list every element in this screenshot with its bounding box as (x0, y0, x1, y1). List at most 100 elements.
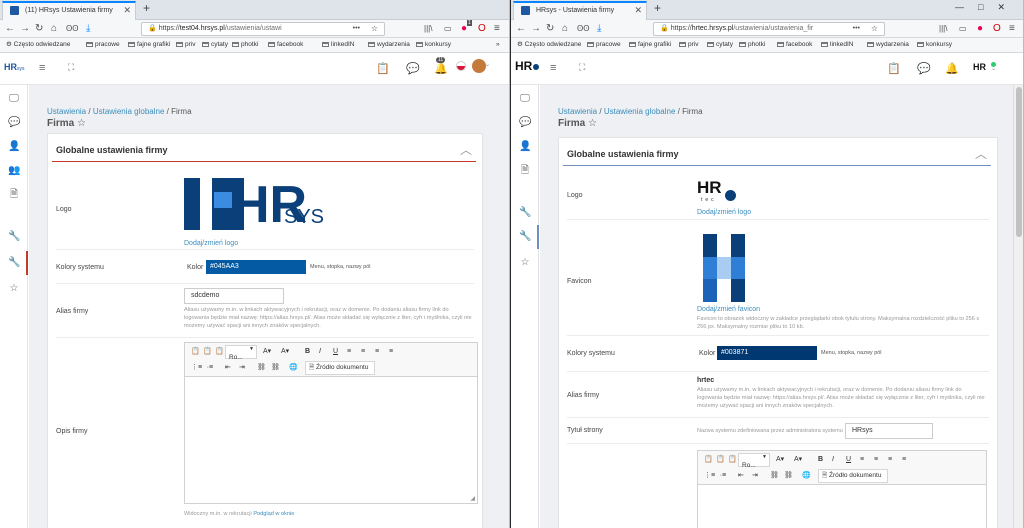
flag-pl-icon[interactable] (456, 61, 466, 71)
star-icon[interactable]: ☆ (871, 23, 878, 35)
download-icon[interactable]: ⤓ (86, 22, 90, 35)
bookmark-item[interactable]: photki (739, 38, 765, 52)
fullscreen-icon[interactable]: ⛶ (68, 62, 74, 73)
justify-icon[interactable]: ≡ (389, 346, 393, 358)
align-left-icon[interactable]: ≡ (860, 454, 864, 466)
new-tab-button[interactable]: + (143, 1, 150, 15)
bookmark-item[interactable]: ⚙ Często odwiedzane (517, 38, 581, 52)
hamburger-icon[interactable]: ≡ (39, 62, 45, 74)
browser-tab[interactable]: (11) HRsys Ustawienia firmy ✕ (2, 1, 136, 20)
globe-icon[interactable]: 🌐 (289, 362, 298, 374)
bookmark-item[interactable]: wydarzenia (368, 38, 410, 52)
extension-icon[interactable]: ● (977, 22, 983, 35)
chat-icon[interactable]: 💬 (8, 117, 20, 129)
indent-icon[interactable]: ⇥ (239, 362, 245, 374)
menu-icon[interactable]: ≡ (1009, 22, 1015, 35)
align-center-icon[interactable]: ≡ (361, 346, 365, 358)
page-actions-icon[interactable]: ••• (353, 23, 360, 35)
close-tab-icon[interactable]: ✕ (123, 3, 131, 18)
address-bar[interactable]: 🔒 https://hrtec.hrsys.pl/ustawienia/ustaw… (653, 22, 885, 36)
section-header[interactable]: Globalne ustawienia firmy ︿ (563, 142, 991, 166)
bookmark-item[interactable]: priv (679, 38, 698, 52)
breadcrumb-link[interactable]: Ustawienia (558, 107, 597, 116)
chevron-right-icon[interactable]: » (496, 38, 500, 52)
indent-icon[interactable]: ⇥ (752, 470, 758, 482)
chevron-down-icon[interactable]: ⌄ (991, 65, 996, 72)
underline-icon[interactable]: U (846, 454, 851, 466)
outdent-icon[interactable]: ⇤ (738, 470, 744, 482)
forward-icon[interactable]: → (531, 22, 541, 35)
resize-handle-icon[interactable]: ◢ (470, 495, 475, 502)
paste-text-icon[interactable]: 📋 (716, 454, 725, 466)
font-select[interactable]: Ro... ▼ (738, 453, 770, 469)
app-logo[interactable]: HRsys (4, 62, 25, 72)
wrench-icon[interactable]: 🔧 (8, 231, 20, 243)
glasses-icon[interactable]: ʘʘ (577, 22, 589, 35)
chat-icon[interactable]: 💬 (917, 62, 931, 75)
justify-icon[interactable]: ≡ (902, 454, 906, 466)
star-icon[interactable]: ☆ (519, 257, 531, 269)
reload-icon[interactable]: ↻ (35, 22, 43, 35)
opera-icon[interactable]: O (478, 22, 486, 35)
chat-icon[interactable]: 💬 (519, 117, 531, 129)
section-header[interactable]: Globalne ustawienia firmy ︿ (52, 138, 476, 162)
change-logo-link[interactable]: Dodaj/zmień logo (697, 209, 751, 216)
sidebar-toggle-icon[interactable]: ▭ (959, 22, 967, 35)
bookmark-item[interactable]: ⚙ Często odwiedzane (6, 38, 70, 52)
avatar[interactable] (472, 59, 486, 73)
numbered-list-icon[interactable]: ⋮≡ (704, 470, 715, 482)
favorite-star-icon[interactable]: ☆ (588, 118, 597, 129)
text-color-icon[interactable]: A▾ (776, 454, 784, 466)
bookmark-item[interactable]: photki (232, 38, 258, 52)
window-controls[interactable]: —□✕ (955, 2, 1019, 13)
align-center-icon[interactable]: ≡ (874, 454, 878, 466)
rich-text-editor[interactable]: 📋 📋 📋 Ro... ▼ A▾ A▾ B I U ≡ ≡ ≡ ≡ ⋮≡ ∙≡ … (184, 342, 478, 504)
bookmark-item[interactable]: konkursy (917, 38, 952, 52)
bookmark-item[interactable]: cytaty (202, 38, 228, 52)
bell-icon[interactable]: 🔔 (434, 62, 448, 75)
alias-value[interactable]: hrtec (697, 377, 714, 384)
address-bar[interactable]: 🔒 https://test04.hrsys.pl/ustawienia/usta… (141, 22, 385, 36)
bookmark-item[interactable]: facebook (777, 38, 812, 52)
paste-word-icon[interactable]: 📋 (728, 454, 737, 466)
italic-icon[interactable]: I (832, 454, 834, 466)
page-scrollbar[interactable] (1013, 85, 1023, 528)
source-button[interactable]: 🗎 Źródło dokumentu (305, 361, 375, 375)
align-left-icon[interactable]: ≡ (347, 346, 351, 358)
monitor-icon[interactable]: 🖵 (8, 93, 20, 105)
person-icon[interactable]: 👤 (8, 141, 20, 153)
new-tab-button[interactable]: + (654, 1, 661, 15)
bookmark-item[interactable]: linkedIN (322, 38, 354, 52)
bold-icon[interactable]: B (818, 454, 823, 466)
paste-icon[interactable]: 📋 (704, 454, 713, 466)
clipboard-icon[interactable]: 📋 (887, 62, 901, 75)
paste-text-icon[interactable]: 📋 (203, 346, 212, 358)
bookmark-item[interactable]: fajne grafiki (128, 38, 170, 52)
document-icon[interactable]: 🗎 (8, 189, 20, 201)
link-icon[interactable]: ⛓ (257, 362, 266, 374)
breadcrumb-link[interactable]: Ustawienia (47, 107, 86, 116)
forward-icon[interactable]: → (20, 22, 30, 35)
reload-icon[interactable]: ↻ (546, 22, 554, 35)
fullscreen-icon[interactable]: ⛶ (579, 62, 585, 73)
paste-word-icon[interactable]: 📋 (215, 346, 224, 358)
link-icon[interactable]: ⛓ (770, 470, 779, 482)
wrench-icon[interactable]: 🔧 (519, 207, 531, 219)
bold-icon[interactable]: B (305, 346, 310, 358)
bookmark-item[interactable]: fajne grafiki (629, 38, 671, 52)
bullet-list-icon[interactable]: ∙≡ (207, 362, 213, 374)
group-icon[interactable]: 👥 (8, 165, 20, 177)
page-title-input[interactable]: HRsys (845, 423, 933, 439)
italic-icon[interactable]: I (319, 346, 321, 358)
color-input[interactable]: #003871 (717, 346, 817, 360)
bookmark-item[interactable]: wydarzenia (867, 38, 909, 52)
collapse-icon[interactable]: ︿ (460, 138, 472, 162)
hamburger-icon[interactable]: ≡ (550, 62, 556, 74)
page-actions-icon[interactable]: ••• (853, 23, 860, 35)
bookmark-item[interactable]: konkursy (416, 38, 451, 52)
settings-wrench-icon[interactable]: 🔧 (519, 231, 531, 243)
alias-input[interactable]: sdcdemo (184, 288, 284, 304)
text-color-icon[interactable]: A▾ (263, 346, 271, 358)
glasses-icon[interactable]: ʘʘ (66, 22, 78, 35)
sidebar-toggle-icon[interactable]: ▭ (444, 22, 452, 35)
